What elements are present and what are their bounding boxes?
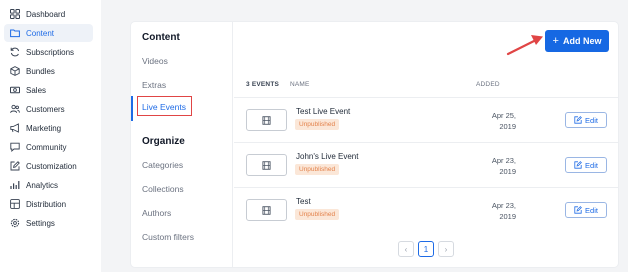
megaphone-icon xyxy=(10,123,20,133)
edit-icon xyxy=(574,161,582,169)
sidebar-item-settings[interactable]: Settings xyxy=(4,214,93,232)
annotation-arrow xyxy=(506,35,543,56)
event-date: Apr 23, 2019 xyxy=(490,155,516,177)
chat-icon xyxy=(10,142,20,152)
sidebar-item-label: Community xyxy=(26,142,67,152)
event-thumbnail[interactable] xyxy=(246,109,287,131)
content-subnav: Content Videos Extras Live Events Organi… xyxy=(131,22,233,267)
edit-label: Edit xyxy=(585,160,598,170)
status-badge: Unpublished xyxy=(295,119,340,130)
name-column-header[interactable]: NAME xyxy=(290,81,310,88)
sidebar-item-dashboard[interactable]: Dashboard xyxy=(4,5,93,23)
edit-icon xyxy=(574,206,582,214)
sidebar-item-label: Content xyxy=(26,28,55,38)
edit-button[interactable]: Edit xyxy=(565,157,607,173)
event-date-line1: Apr 23, xyxy=(491,201,516,210)
subnav-item-extras[interactable]: Extras xyxy=(142,80,166,90)
sidebar-item-label: Bundles xyxy=(26,66,55,76)
events-count-header: 3 EVENTS xyxy=(246,81,280,88)
event-name[interactable]: Test Live Event xyxy=(296,107,350,116)
sidebar-item-label: Dashboard xyxy=(26,9,66,19)
film-icon xyxy=(262,115,271,125)
plus-icon: + xyxy=(552,35,559,47)
dashboard-icon xyxy=(10,9,20,19)
sidebar-item-customization[interactable]: Customization xyxy=(4,157,93,175)
sidebar-item-sales[interactable]: Sales xyxy=(4,81,93,99)
film-icon xyxy=(262,205,271,215)
sidebar-item-marketing[interactable]: Marketing xyxy=(4,119,93,137)
sidebar-item-label: Customers xyxy=(26,104,65,114)
event-date-line2: 2019 xyxy=(499,167,516,176)
edit-button[interactable]: Edit xyxy=(565,202,607,218)
pagination-prev-button[interactable]: ‹ xyxy=(398,241,414,257)
sidebar-item-label: Sales xyxy=(26,85,47,95)
event-thumbnail[interactable] xyxy=(246,154,287,176)
sidebar-item-label: Distribution xyxy=(26,199,67,209)
event-date-line2: 2019 xyxy=(499,212,516,221)
box-icon xyxy=(10,66,20,76)
subnav-item-authors[interactable]: Authors xyxy=(142,208,171,218)
event-date-line2: 2019 xyxy=(499,122,516,131)
cash-icon xyxy=(10,85,20,95)
sidebar-item-analytics[interactable]: Analytics xyxy=(4,176,93,194)
subnav-heading-content: Content xyxy=(142,32,180,43)
edit-square-icon xyxy=(10,161,20,171)
refresh-icon xyxy=(10,47,20,57)
status-badge: Unpublished xyxy=(295,164,340,175)
subnav-item-categories[interactable]: Categories xyxy=(142,160,183,170)
event-date-line1: Apr 23, xyxy=(491,156,516,165)
sidebar-item-label: Customization xyxy=(26,161,77,171)
event-date: Apr 25, 2019 xyxy=(490,110,516,132)
edit-icon xyxy=(574,116,582,124)
distribution-icon xyxy=(10,199,20,209)
table-row[interactable]: Test Unpublished Apr 23, 2019 Edit xyxy=(234,187,618,232)
sidebar-item-label: Marketing xyxy=(26,123,62,133)
add-new-button[interactable]: + Add New xyxy=(545,30,609,52)
pagination-page-button[interactable]: 1 xyxy=(418,241,434,257)
edit-label: Edit xyxy=(585,205,598,215)
sidebar-item-subscriptions[interactable]: Subscriptions xyxy=(4,43,93,61)
active-indicator xyxy=(131,96,133,121)
sidebar-item-customers[interactable]: Customers xyxy=(4,100,93,118)
subnav-item-collections[interactable]: Collections xyxy=(142,184,184,194)
sidebar-item-content[interactable]: Content xyxy=(4,24,93,42)
added-column-header[interactable]: ADDED xyxy=(476,81,500,88)
status-badge: Unpublished xyxy=(295,209,340,220)
edit-label: Edit xyxy=(585,115,598,125)
subnav-heading-organize: Organize xyxy=(142,136,185,147)
gear-icon xyxy=(10,218,20,228)
users-icon xyxy=(10,104,20,114)
sidebar-item-bundles[interactable]: Bundles xyxy=(4,62,93,80)
pagination-next-button[interactable]: › xyxy=(438,241,454,257)
subnav-item-live-events[interactable]: Live Events xyxy=(142,102,186,112)
edit-button[interactable]: Edit xyxy=(565,112,607,128)
subnav-item-videos[interactable]: Videos xyxy=(142,56,168,66)
event-thumbnail[interactable] xyxy=(246,199,287,221)
event-name[interactable]: Test xyxy=(296,197,311,206)
sidebar-item-label: Analytics xyxy=(26,180,59,190)
subnav-item-custom-filters[interactable]: Custom filters xyxy=(142,232,194,242)
event-date-line1: Apr 25, xyxy=(491,111,516,120)
bar-chart-icon xyxy=(10,180,20,190)
app-sidebar: Dashboard Content Subscriptions Bundles … xyxy=(0,0,100,272)
event-name[interactable]: John's Live Event xyxy=(296,152,358,161)
folder-icon xyxy=(10,28,20,38)
sidebar-item-label: Subscriptions xyxy=(26,47,75,57)
film-icon xyxy=(262,160,271,170)
sidebar-item-label: Settings xyxy=(26,218,55,228)
sidebar-item-distribution[interactable]: Distribution xyxy=(4,195,93,213)
sidebar-item-community[interactable]: Community xyxy=(4,138,93,156)
table-row[interactable]: Test Live Event Unpublished Apr 25, 2019… xyxy=(234,97,618,142)
add-new-label: Add New xyxy=(562,36,602,46)
event-date: Apr 23, 2019 xyxy=(490,200,516,222)
table-row[interactable]: John's Live Event Unpublished Apr 23, 20… xyxy=(234,142,618,187)
